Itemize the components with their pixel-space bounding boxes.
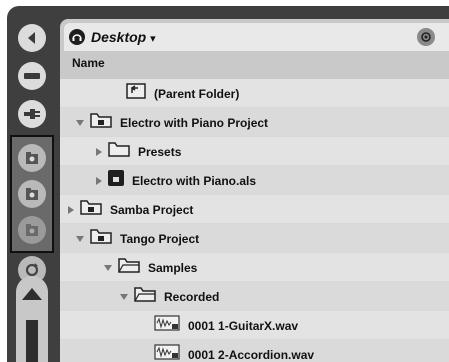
- expanded-arrow-icon[interactable]: [76, 119, 84, 126]
- collapsed-arrow-icon[interactable]: [96, 147, 102, 156]
- tree-row[interactable]: Presets: [60, 137, 449, 166]
- tree-row-content: Recorded: [120, 282, 219, 311]
- expanded-arrow-icon[interactable]: [120, 293, 128, 300]
- place-1-icon[interactable]: [18, 144, 46, 172]
- scroll-thumb[interactable]: [26, 320, 38, 362]
- browser-rail: [7, 6, 57, 362]
- tree-row-content: 0001 2-Accordion.wav: [140, 340, 314, 362]
- folder-icon: [108, 141, 130, 162]
- tree-row-label: Tango Project: [120, 231, 200, 246]
- search-icon[interactable]: [417, 28, 435, 46]
- tree-row[interactable]: 0001 1-GuitarX.wav: [60, 311, 449, 340]
- collapse-arrow-icon[interactable]: [18, 24, 46, 52]
- parent-folder-icon: [126, 83, 146, 104]
- tree-row-label: Presets: [138, 144, 182, 159]
- collapsed-arrow-icon[interactable]: [68, 205, 74, 214]
- location-selector[interactable]: Desktop ▾: [91, 29, 156, 45]
- chevron-down-icon: ▾: [150, 33, 156, 45]
- tree-row[interactable]: Samba Project: [60, 195, 449, 224]
- browser-title-bar[interactable]: Desktop ▾: [64, 23, 449, 51]
- live-set-file-icon: [108, 170, 124, 191]
- project-folder-icon: [90, 112, 112, 133]
- collapsed-arrow-icon[interactable]: [96, 176, 102, 185]
- device-browser-icon[interactable]: [18, 62, 46, 90]
- tree-row-content: Tango Project: [76, 224, 199, 253]
- plugin-browser-icon[interactable]: [18, 100, 46, 128]
- tree-row-label: Electro with Piano Project: [120, 115, 269, 130]
- tree-row[interactable]: (Parent Folder): [60, 79, 449, 108]
- expanded-arrow-icon[interactable]: [104, 264, 112, 271]
- tree-row-label: Recorded: [164, 289, 220, 304]
- headphones-icon[interactable]: [69, 29, 85, 45]
- tree-row-content: 0001 1-GuitarX.wav: [140, 311, 298, 340]
- tree-row-label: Samples: [148, 260, 198, 275]
- tree-row[interactable]: Samples: [60, 253, 449, 282]
- tree-row[interactable]: 0001 2-Accordion.wav: [60, 340, 449, 362]
- project-folder-icon: [90, 228, 112, 249]
- tree-row-content: (Parent Folder): [112, 79, 239, 108]
- file-tree: (Parent Folder) Electro with Piano Projec…: [60, 79, 449, 362]
- tree-row-label: 0001 1-GuitarX.wav: [188, 318, 299, 333]
- tree-row-content: Samba Project: [68, 195, 193, 224]
- tree-row-content: Presets: [96, 137, 181, 166]
- scroll-up-arrow-icon[interactable]: [22, 288, 42, 300]
- tree-row-label: 0001 2-Accordion.wav: [188, 347, 315, 362]
- project-folder-icon: [80, 199, 102, 220]
- tree-row-content: Electro with Piano.als: [96, 166, 256, 195]
- tree-row-label: Electro with Piano.als: [132, 173, 257, 188]
- open-folder-icon: [134, 286, 156, 307]
- live-browser-window: Desktop ▾ Name (Parent Folder) Electro wi…: [0, 0, 449, 362]
- tree-row[interactable]: Electro with Piano.als: [60, 166, 449, 195]
- browser-panel: Desktop ▾ Name (Parent Folder) Electro wi…: [60, 19, 449, 362]
- place-3-icon[interactable]: [18, 216, 46, 244]
- tree-row-content: Samples: [104, 253, 197, 282]
- expanded-arrow-icon[interactable]: [76, 235, 84, 242]
- place-2-icon[interactable]: [18, 180, 46, 208]
- column-header-label: Name: [72, 56, 105, 70]
- tree-row-content: Electro with Piano Project: [76, 108, 268, 137]
- rail-scrollbar[interactable]: [16, 276, 48, 362]
- location-label: Desktop: [91, 29, 147, 45]
- audio-file-icon: [154, 344, 180, 362]
- tree-row-label: Samba Project: [110, 202, 194, 217]
- tree-row[interactable]: Electro with Piano Project: [60, 108, 449, 137]
- column-header-name[interactable]: Name: [64, 52, 449, 74]
- tree-row[interactable]: Tango Project: [60, 224, 449, 253]
- open-folder-icon: [118, 257, 140, 278]
- audio-file-icon: [154, 315, 180, 336]
- tree-row[interactable]: Recorded: [60, 282, 449, 311]
- tree-row-label: (Parent Folder): [154, 86, 240, 101]
